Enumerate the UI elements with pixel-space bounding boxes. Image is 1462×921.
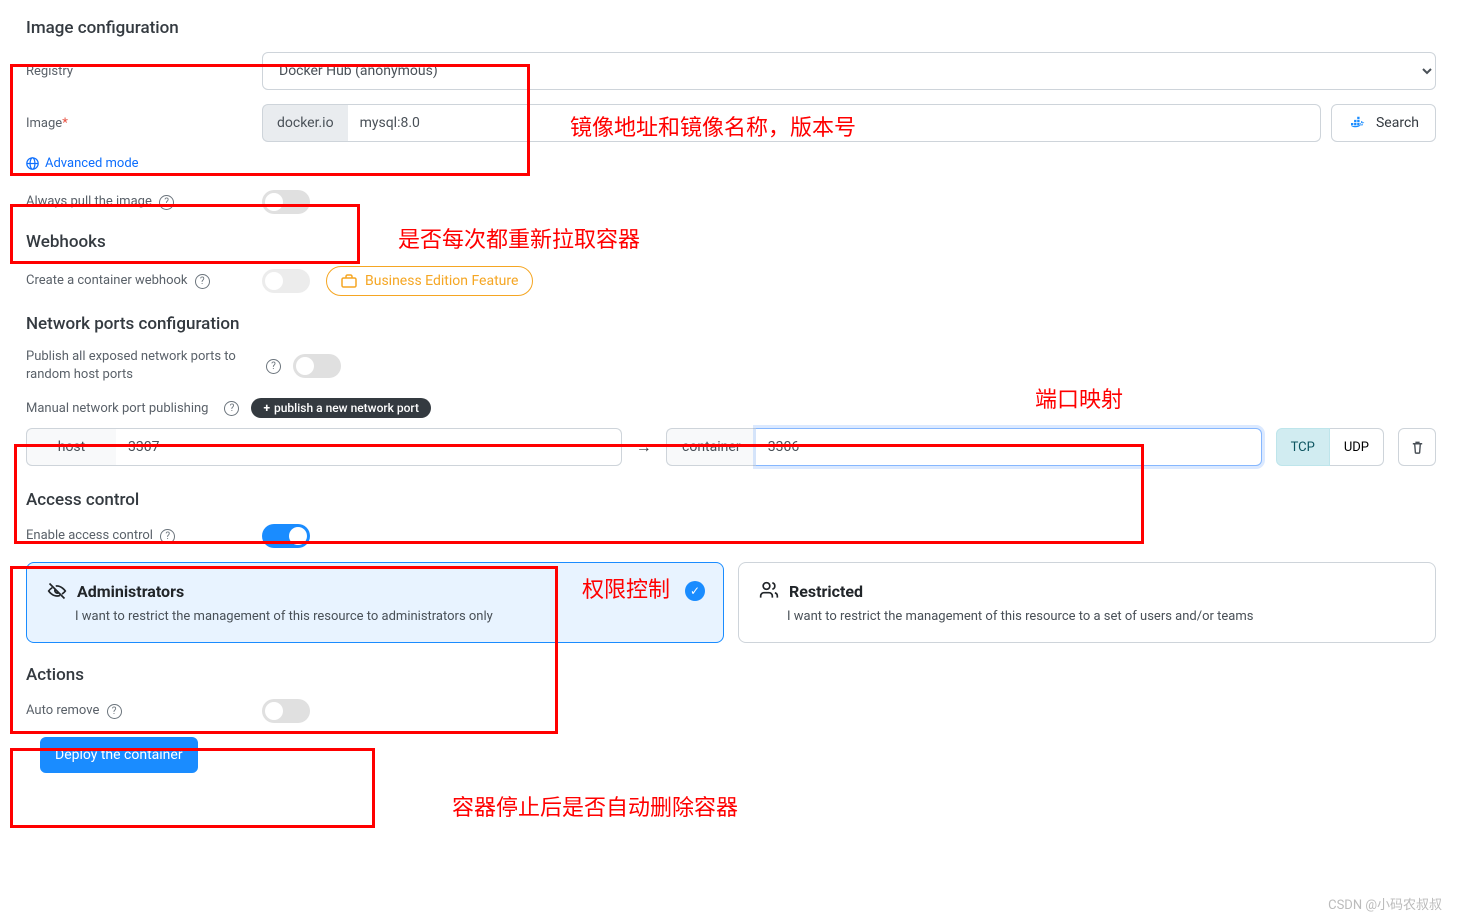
annotation-text: 权限控制: [582, 572, 670, 604]
help-icon[interactable]: ?: [266, 359, 281, 374]
protocol-group: TCP UDP: [1276, 428, 1384, 466]
annotation-text: 镜像地址和镜像名称，版本号: [570, 110, 856, 142]
card-restricted-desc: I want to restrict the management of thi…: [787, 609, 1415, 624]
always-pull-label: Always pull the image ?: [26, 194, 262, 210]
proto-tcp-button[interactable]: TCP: [1276, 428, 1330, 466]
eye-off-icon: [47, 581, 67, 601]
container-label: container: [666, 428, 756, 466]
publish-random-toggle[interactable]: [293, 354, 341, 378]
help-icon[interactable]: ?: [107, 704, 122, 719]
add-port-button[interactable]: + publish a new network port: [251, 398, 430, 418]
section-image-config: Image configuration: [26, 18, 1436, 38]
port-mapping-row: host → container TCP UDP: [26, 428, 1436, 466]
image-label: Image*: [26, 116, 262, 131]
section-access: Access control: [26, 490, 1436, 510]
image-prefix: docker.io: [262, 104, 348, 142]
registry-row: Registry Docker Hub (anonymous): [26, 52, 1436, 90]
annotation-text: 是否每次都重新拉取容器: [398, 222, 640, 254]
always-pull-row: Always pull the image ?: [26, 190, 1436, 214]
section-webhooks: Webhooks: [26, 232, 1436, 252]
auto-remove-label: Auto remove ?: [26, 703, 262, 719]
help-icon[interactable]: ?: [160, 529, 175, 544]
docker-icon: [1348, 116, 1368, 130]
help-icon[interactable]: ?: [159, 195, 174, 210]
help-icon[interactable]: ?: [224, 401, 239, 416]
help-icon[interactable]: ?: [195, 274, 210, 289]
plus-icon: +: [263, 401, 270, 415]
business-edition-badge[interactable]: Business Edition Feature: [326, 266, 533, 296]
section-network: Network ports configuration: [26, 314, 1436, 334]
host-port-input[interactable]: [116, 428, 622, 466]
registry-label: Registry: [26, 64, 262, 79]
access-card-row: ✓ Administrators I want to restrict the …: [26, 562, 1436, 643]
delete-port-button[interactable]: [1398, 428, 1436, 466]
enable-access-label: Enable access control ?: [26, 528, 262, 544]
globe-icon: [26, 157, 39, 170]
always-pull-toggle[interactable]: [262, 190, 310, 214]
briefcase-icon: [341, 274, 357, 288]
watermark: CSDN @小码农叔叔: [1328, 894, 1442, 913]
trash-icon: [1410, 440, 1425, 455]
annotation-text: 端口映射: [1035, 382, 1123, 414]
arrow-right-icon: →: [636, 437, 652, 457]
section-actions: Actions: [26, 665, 1436, 685]
annotation-text: 容器停止后是否自动删除容器: [452, 790, 738, 822]
publish-random-label: Publish all exposed network ports to ran…: [26, 348, 262, 384]
users-icon: [759, 581, 779, 601]
auto-remove-row: Auto remove ?: [26, 699, 1436, 723]
proto-udp-button[interactable]: UDP: [1330, 428, 1384, 466]
registry-select[interactable]: Docker Hub (anonymous): [262, 52, 1436, 90]
host-label: host: [26, 428, 116, 466]
enable-access-toggle[interactable]: [262, 524, 310, 548]
publish-random-row: Publish all exposed network ports to ran…: [26, 348, 1436, 384]
container-port-input[interactable]: [756, 428, 1262, 466]
webhook-row: Create a container webhook ? Business Ed…: [26, 266, 1436, 296]
webhook-toggle: [262, 269, 310, 293]
card-admin-desc: I want to restrict the management of thi…: [75, 609, 703, 624]
search-button[interactable]: Search: [1331, 104, 1436, 142]
manual-publish-label: Manual network port publishing: [26, 401, 208, 416]
deploy-button[interactable]: Deploy the container: [40, 737, 198, 773]
webhook-label: Create a container webhook ?: [26, 273, 262, 289]
auto-remove-toggle[interactable]: [262, 699, 310, 723]
enable-access-row: Enable access control ?: [26, 524, 1436, 548]
card-restricted[interactable]: Restricted I want to restrict the manage…: [738, 562, 1436, 643]
manual-publish-header: Manual network port publishing ? + publi…: [26, 398, 1436, 418]
advanced-mode-link[interactable]: Advanced mode: [26, 156, 139, 171]
